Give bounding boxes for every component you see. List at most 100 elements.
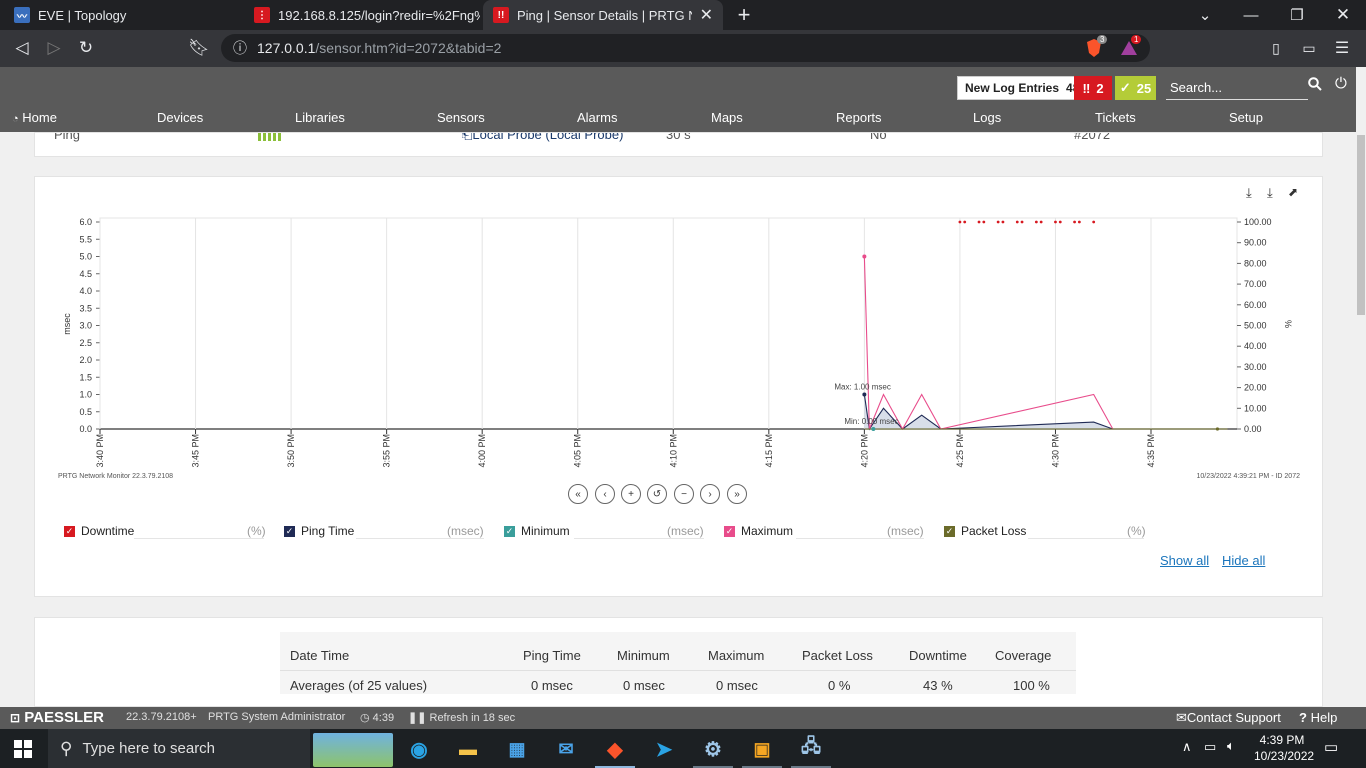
sidebar-icon[interactable]: ▯ [1265, 37, 1287, 59]
file-explorer-icon[interactable]: ▬ [453, 734, 483, 764]
reload-icon[interactable]: ↻ [73, 36, 99, 60]
menu-reports[interactable]: Reports [836, 110, 882, 125]
browser-tab-login[interactable]: ⋮ 192.168.8.125/login?redir=%2Fng%2F [244, 0, 480, 30]
table-header-maximum[interactable]: Maximum [708, 648, 764, 663]
pause-icon: ❚❚ [408, 712, 427, 724]
alarm-count: 2 [1096, 80, 1104, 96]
menu-logs[interactable]: Logs [973, 110, 1001, 125]
menu-icon[interactable]: ☰ [1331, 37, 1353, 59]
zoom-last-button[interactable]: » [727, 484, 747, 504]
help-link[interactable]: ? Help [1299, 710, 1337, 725]
search-icon[interactable] [1308, 77, 1322, 94]
menu-sensors[interactable]: Sensors [437, 110, 485, 125]
store-icon[interactable]: ▦ [502, 734, 532, 764]
page-scrollbar-thumb[interactable] [1357, 135, 1365, 315]
virtualbox-icon[interactable]: ▣ [747, 734, 777, 764]
table-header-minimum[interactable]: Minimum [617, 648, 670, 663]
show-all-link[interactable]: Show all [1160, 553, 1209, 568]
menu-setup[interactable]: Setup [1229, 110, 1263, 125]
alarms-badge[interactable]: ‼ 2 [1074, 76, 1112, 100]
windows-start-icon[interactable] [14, 740, 32, 761]
notifications-icon[interactable]: ▭ [1324, 738, 1338, 756]
search-icon: ⚲ [60, 738, 73, 758]
url-bar[interactable]: ⓘ 127.0.0.1/sensor.htm?id=2072&tabid=2 [221, 34, 1150, 62]
legend-minimum[interactable]: ✓ Minimum (msec) [504, 523, 704, 539]
expand-icon[interactable]: ⬈ [1288, 185, 1298, 199]
ok-sensors-badge[interactable]: ✓ 25 [1115, 76, 1156, 100]
mail-app-icon[interactable]: ✉ [551, 734, 581, 764]
table-header-date-time[interactable]: Date Time [290, 648, 349, 663]
network-app-icon[interactable]: 🖧 [796, 734, 826, 764]
legend-label: Ping Time [301, 524, 355, 538]
probe-link[interactable]: ⎗Local Probe (Local Probe) [462, 133, 623, 143]
legend-underline [356, 538, 484, 539]
mail-icon: ✉ [1176, 710, 1187, 725]
tab-search-chevron-icon[interactable]: ⌄ [1182, 0, 1228, 30]
close-tab-icon[interactable]: ✕ [700, 5, 713, 25]
table-header-ping-time[interactable]: Ping Time [523, 648, 581, 663]
zoom-out-button[interactable]: − [674, 484, 694, 504]
close-window-icon[interactable]: ✕ [1320, 0, 1366, 30]
network-status-icon[interactable]: ▭ [1204, 739, 1216, 755]
footer-refresh[interactable]: ❚❚ Refresh in 18 sec [408, 711, 515, 724]
new-log-entries-button[interactable]: New Log Entries 48 [957, 76, 1088, 100]
menu-libraries[interactable]: Libraries [295, 110, 345, 125]
table-header-packet-loss[interactable]: Packet Loss [802, 648, 873, 663]
taskbar-search-box[interactable]: ⚲ Type here to search [48, 729, 310, 768]
download-data-icon[interactable]: ⤓ [1267, 185, 1273, 201]
legend-packet-loss[interactable]: ✓ Packet Loss (%) [944, 523, 1146, 539]
footer-time-value: 4:39 [372, 712, 395, 724]
search-input[interactable] [1166, 76, 1308, 100]
volume-icon[interactable]: 🔈︎ [1227, 738, 1235, 754]
reset-zoom-button[interactable]: ↺ [647, 484, 667, 504]
checkbox-checked-icon[interactable]: ✓ [944, 525, 955, 537]
legend-ping-time[interactable]: ✓ Ping Time (msec) [284, 523, 484, 539]
download-icon[interactable]: ⤓ [1246, 185, 1252, 201]
checkbox-checked-icon[interactable]: ✓ [284, 525, 295, 537]
menu-alarms[interactable]: Alarms [577, 110, 617, 125]
help-icon: ? [1299, 710, 1307, 725]
edge-icon[interactable]: ◉ [404, 734, 434, 764]
menu-devices[interactable]: Devices [157, 110, 203, 125]
footer-user[interactable]: PRTG System Administrator [208, 711, 345, 723]
table-header-coverage[interactable]: Coverage [995, 648, 1051, 663]
zoom-first-button[interactable]: « [568, 484, 588, 504]
brave-shields-icon[interactable]: 3 [1083, 35, 1108, 59]
bookmark-icon[interactable]: 🔖︎ [186, 36, 212, 60]
brave-taskbar-icon[interactable]: ◆ [600, 734, 630, 764]
checkbox-checked-icon[interactable]: ✓ [64, 525, 75, 537]
taskbar-clock[interactable]: 4:39 PM 10/23/2022 [1254, 732, 1314, 764]
pan-left-button[interactable]: ‹ [595, 484, 615, 504]
checkbox-checked-icon[interactable]: ✓ [724, 525, 735, 537]
minimize-icon[interactable]: — [1228, 0, 1274, 30]
menu-home[interactable]: ◔ Home [12, 110, 57, 125]
forward-icon[interactable]: ▷ [41, 36, 67, 60]
browser-tab-ping[interactable]: !! Ping | Sensor Details | PRTG Netw ✕ [483, 0, 723, 30]
checkbox-checked-icon[interactable]: ✓ [504, 525, 515, 537]
news-widget-icon[interactable] [313, 733, 393, 767]
menu-tickets[interactable]: Tickets [1095, 110, 1136, 125]
settings-gear-icon[interactable]: ⚙ [698, 734, 728, 764]
back-icon[interactable]: ◁ [9, 36, 35, 60]
brave-rewards-icon[interactable]: 1 [1118, 35, 1142, 59]
show-hidden-icons-chevron-icon[interactable]: ∧ [1182, 739, 1192, 755]
legend-downtime[interactable]: ✓ Downtime (%) [64, 523, 266, 539]
table-header-downtime[interactable]: Downtime [909, 648, 967, 663]
new-tab-icon[interactable]: + [721, 0, 767, 30]
paessler-logo-icon: ⊡ [10, 711, 21, 725]
zoom-in-button[interactable]: + [621, 484, 641, 504]
contact-support-link[interactable]: ✉Contact Support [1176, 710, 1281, 726]
menu-maps[interactable]: Maps [711, 110, 743, 125]
pan-right-button[interactable]: › [700, 484, 720, 504]
site-info-icon[interactable]: ⓘ [233, 38, 247, 58]
legend-maximum[interactable]: ✓ Maximum (msec) [724, 523, 924, 539]
browser-tab-eve[interactable]: 〰 EVE | Topology [4, 0, 240, 30]
paessler-logo[interactable]: ⊡ PAESSLER [10, 709, 104, 726]
telegram-icon[interactable]: ➤ [649, 734, 679, 764]
hide-all-link[interactable]: Hide all [1222, 553, 1265, 568]
browser-tab-strip: 〰 EVE | Topology ⋮ 192.168.8.125/login?r… [0, 0, 1366, 30]
table-cell-packet-loss: 0 % [828, 678, 851, 693]
logout-power-icon[interactable]: ⏻ [1335, 75, 1347, 92]
wallet-icon[interactable]: ▭ [1298, 37, 1320, 59]
restore-icon[interactable]: ❐ [1274, 0, 1320, 30]
